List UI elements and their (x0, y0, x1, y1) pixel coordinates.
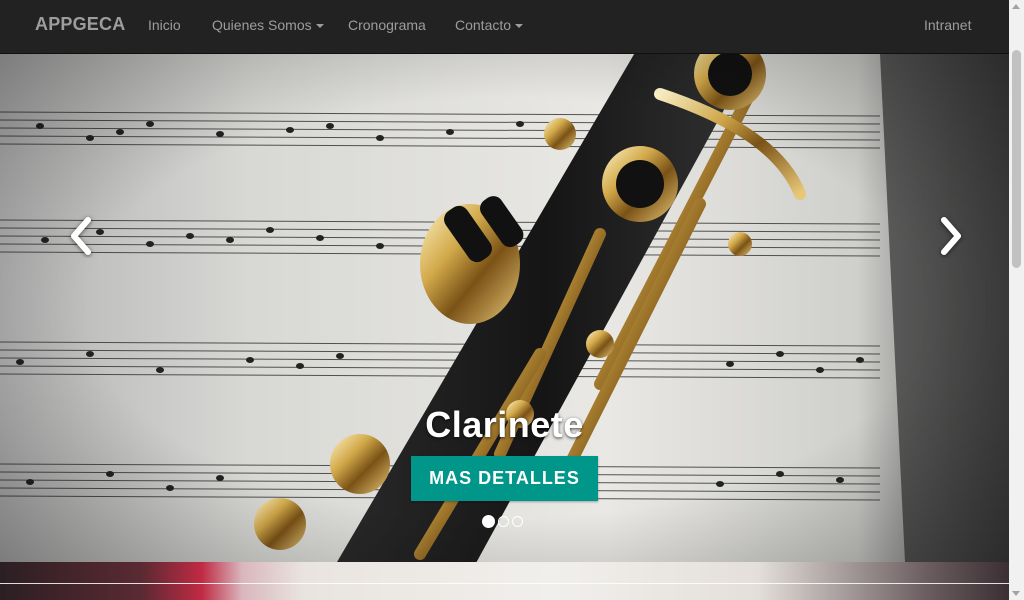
nav-item-label: Inicio (148, 17, 181, 33)
page-scrollbar[interactable] (1009, 0, 1024, 600)
carousel-prev-button[interactable] (66, 214, 96, 258)
nav-item-label: Intranet (924, 17, 972, 33)
slide-title: Clarinete (425, 404, 584, 445)
nav-item-contacto[interactable]: Contacto (455, 17, 524, 33)
carousel-indicator-1[interactable] (482, 515, 495, 528)
caret-down-icon (515, 24, 524, 29)
top-navbar: APPGECA Inicio Quienes Somos Cronograma … (0, 0, 1009, 54)
chevron-left-icon (71, 217, 91, 255)
more-details-button[interactable]: MAS DETALLES (411, 456, 598, 501)
scroll-up-icon[interactable] (1012, 4, 1020, 9)
scroll-down-icon[interactable] (1012, 591, 1020, 596)
carousel-indicator-2[interactable] (498, 516, 509, 527)
brand-logo[interactable]: APPGECA (35, 14, 125, 35)
nav-item-label: Contacto (455, 17, 512, 33)
nav-item-intranet[interactable]: Intranet (924, 17, 971, 33)
hero-carousel: Clarinete MAS DETALLES (0, 54, 1009, 562)
carousel-caption: Clarinete MAS DETALLES (0, 404, 1009, 501)
scrollbar-thumb[interactable] (1012, 50, 1021, 268)
nav-item-label: Quienes Somos (212, 17, 312, 33)
chevron-right-icon (941, 217, 961, 255)
divider (0, 583, 1009, 584)
next-section-image (0, 562, 1009, 600)
nav-item-quienes-somos[interactable]: Quienes Somos (212, 17, 324, 33)
carousel-next-button[interactable] (936, 214, 966, 258)
nav-item-inicio[interactable]: Inicio (148, 17, 181, 33)
nav-item-cronograma[interactable]: Cronograma (348, 17, 426, 33)
carousel-indicator-3[interactable] (512, 516, 523, 527)
carousel-indicators (482, 515, 523, 528)
nav-item-label: Cronograma (348, 17, 426, 33)
caret-down-icon (315, 24, 324, 29)
